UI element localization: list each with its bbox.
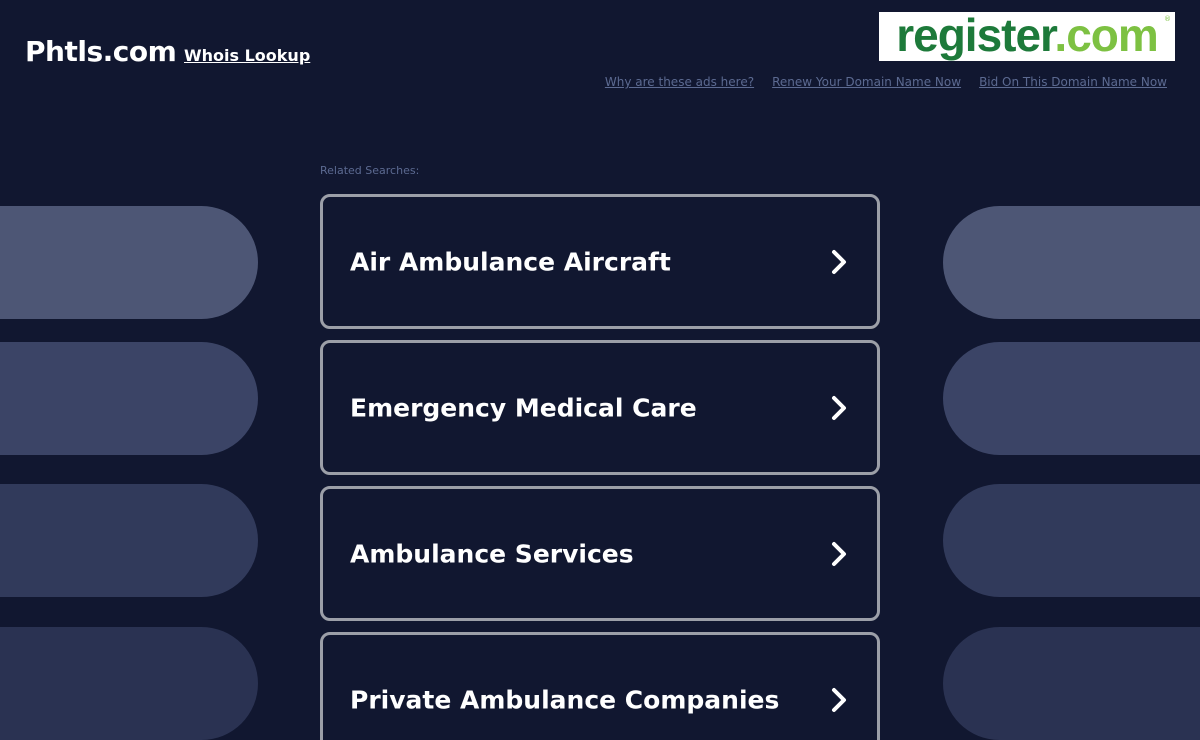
whois-lookup-link[interactable]: Whois Lookup	[184, 46, 310, 65]
related-search-label: Emergency Medical Care	[350, 393, 697, 422]
decorative-pill-left-3	[0, 484, 258, 597]
related-search-label: Private Ambulance Companies	[350, 685, 780, 714]
parked-domain-page: Phtls.com Whois Lookup register.com ® Wh…	[0, 0, 1200, 740]
renew-domain-link[interactable]: Renew Your Domain Name Now	[772, 75, 961, 89]
decorative-pill-right-3	[943, 484, 1200, 597]
chevron-right-icon	[832, 249, 846, 274]
related-search-link[interactable]: Emergency Medical Care	[320, 340, 880, 475]
registered-mark: ®	[1164, 15, 1171, 23]
related-search-label: Ambulance Services	[350, 539, 634, 568]
chevron-right-icon	[832, 541, 846, 566]
why-ads-link[interactable]: Why are these ads here?	[605, 75, 754, 89]
decorative-pill-right-4	[943, 627, 1200, 740]
decorative-pill-left-4	[0, 627, 258, 740]
related-search-link[interactable]: Air Ambulance Aircraft	[320, 194, 880, 329]
top-links: Why are these ads here? Renew Your Domai…	[605, 75, 1167, 89]
logo-text: register.com	[896, 12, 1159, 61]
chevron-right-icon	[832, 395, 846, 420]
domain-title: Phtls.com	[25, 35, 177, 68]
bid-domain-link[interactable]: Bid On This Domain Name Now	[979, 75, 1167, 89]
chevron-right-icon	[832, 687, 846, 712]
decorative-pill-right-1	[943, 206, 1200, 319]
logo-tld: .com	[1054, 12, 1158, 61]
logo-name: register	[896, 12, 1055, 61]
decorative-pill-left-2	[0, 342, 258, 455]
related-search-link[interactable]: Private Ambulance Companies	[320, 632, 880, 740]
related-search-link[interactable]: Ambulance Services	[320, 486, 880, 621]
related-search-label: Air Ambulance Aircraft	[350, 247, 671, 276]
register-com-logo[interactable]: register.com ®	[879, 12, 1175, 61]
related-searches-label: Related Searches:	[320, 164, 420, 177]
decorative-pill-right-2	[943, 342, 1200, 455]
decorative-pill-left-1	[0, 206, 258, 319]
